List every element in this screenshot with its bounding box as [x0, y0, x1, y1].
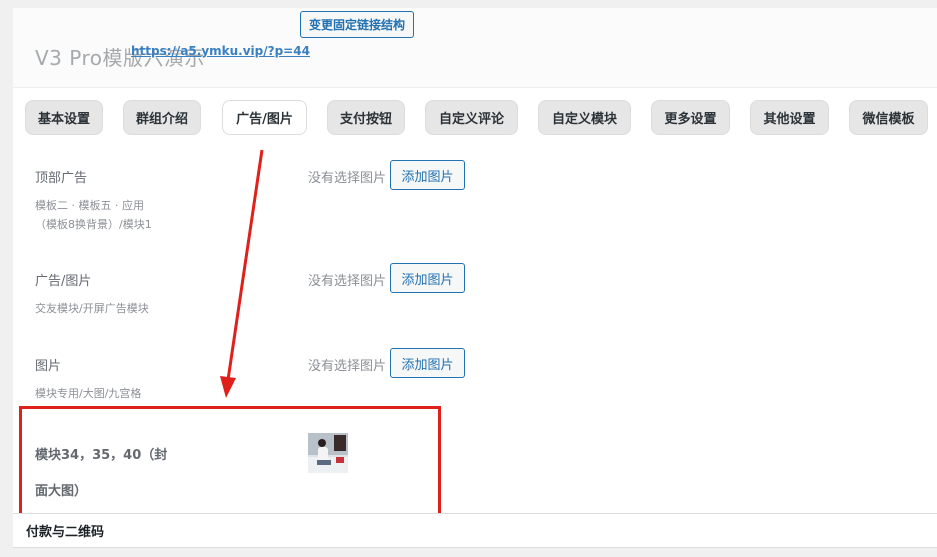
payment-section-header[interactable]	[13, 513, 937, 548]
tab-custom-comments[interactable]: 自定义评论	[425, 100, 518, 135]
add-image-button[interactable]: 添加图片	[390, 263, 465, 293]
tab-basic-settings[interactable]: 基本设置	[25, 100, 103, 135]
tab-ads-images[interactable]: 广告/图片	[222, 100, 307, 135]
annotation-highlight-box	[19, 406, 441, 516]
tab-other-settings[interactable]: 其他设置	[750, 100, 829, 135]
field-label-ad-image: 广告/图片	[35, 274, 92, 289]
tab-wechat-template[interactable]: 微信模板	[849, 100, 928, 135]
field-desc-ad-image: 交友模块/开屏广告模块	[35, 302, 149, 315]
no-image-status: 没有选择图片	[308, 359, 387, 374]
payment-section-title: 付款与二维码	[26, 525, 105, 540]
field-desc-image: 模块专用/大图/九宫格	[35, 387, 142, 400]
tab-more-settings[interactable]: 更多设置	[651, 100, 730, 135]
no-image-status: 没有选择图片	[308, 171, 387, 186]
field-label-image: 图片	[35, 359, 62, 374]
tab-pay-buttons[interactable]: 支付按钮	[327, 100, 405, 135]
add-image-button[interactable]: 添加图片	[390, 160, 465, 190]
field-label-top-ad: 顶部广告	[35, 171, 88, 186]
field-desc-top-ad-line1: 模板二 · 模板五 · 应用	[35, 199, 144, 212]
tab-group-intro[interactable]: 群组介绍	[123, 100, 201, 135]
tab-custom-modules[interactable]: 自定义模块	[538, 100, 631, 135]
field-desc-top-ad-line2: （模板8换背景）/模块1	[35, 218, 152, 231]
no-image-status: 没有选择图片	[308, 274, 387, 289]
settings-tabs: 基本设置 群组介绍 广告/图片 支付按钮 自定义评论 自定义模块 更多设置 其他…	[0, 100, 937, 136]
add-image-button[interactable]: 添加图片	[390, 348, 465, 378]
change-permalink-button[interactable]: 变更固定链接结构	[300, 11, 414, 38]
permalink-link[interactable]: https://a5.ymku.vip/?p=44	[131, 44, 310, 58]
